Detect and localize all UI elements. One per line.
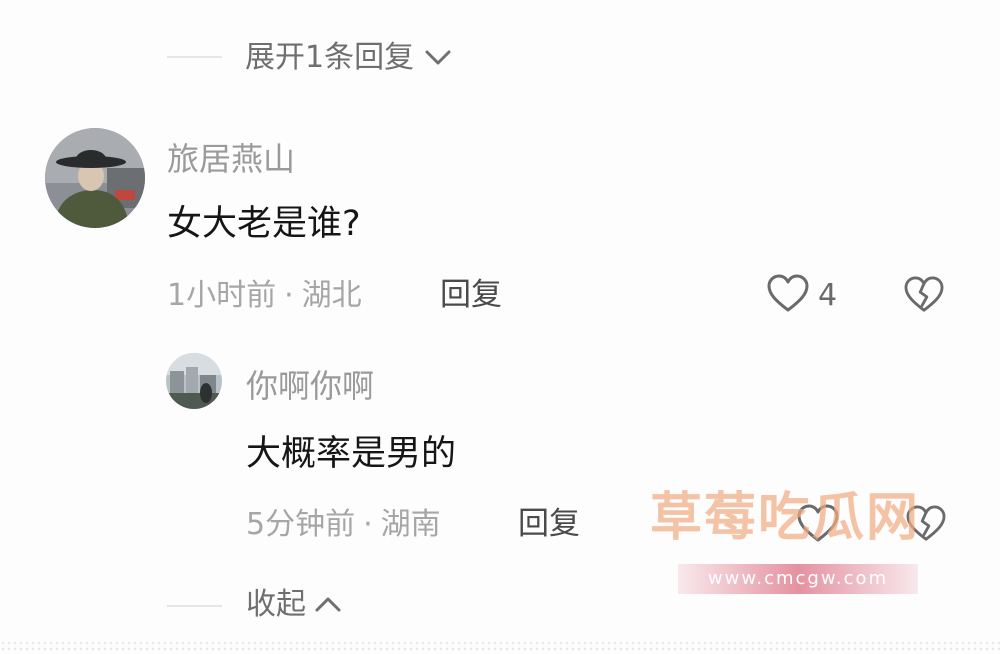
comment-time: 1小时前: [167, 278, 277, 313]
collapse-replies-button[interactable]: 收起: [246, 590, 342, 620]
watermark-url: www.cmcgw.com: [707, 568, 889, 589]
watermark-logo: 草莓吃瓜网: [650, 488, 921, 548]
heart-outline-icon: [766, 274, 810, 318]
reply-text: 大概率是男的: [246, 434, 457, 474]
comment-username[interactable]: 旅居燕山: [167, 143, 295, 175]
expand-divider: [167, 56, 222, 58]
comment-meta: 1小时前 · 湖北: [167, 281, 362, 311]
collapse-replies-label: 收起: [246, 587, 306, 622]
expand-replies-button[interactable]: 展开1条回复: [245, 43, 452, 73]
comment-text: 女大老是谁?: [167, 204, 361, 244]
avatar[interactable]: [45, 128, 145, 228]
collapse-divider: [167, 605, 222, 607]
chevron-down-icon: [424, 48, 452, 68]
comment-reply-button[interactable]: 回复: [440, 280, 502, 311]
chevron-up-icon: [314, 595, 342, 615]
dislike-button[interactable]: [903, 276, 945, 318]
like-button[interactable]: 4: [766, 274, 837, 318]
reply-meta: 5分钟前 · 湖南: [246, 510, 441, 540]
reply-location: 湖南: [380, 507, 441, 542]
meta-separator: ·: [363, 507, 373, 542]
comment-location: 湖北: [301, 278, 362, 313]
reply-time: 5分钟前: [246, 507, 356, 542]
reply-reply-button[interactable]: 回复: [518, 509, 580, 540]
like-count: 4: [818, 278, 838, 313]
meta-separator: ·: [284, 278, 294, 313]
watermark-url-bar: www.cmcgw.com: [678, 564, 918, 594]
reply-avatar[interactable]: [166, 353, 222, 409]
bottom-edge-pattern: [0, 640, 1000, 654]
broken-heart-icon: [903, 276, 945, 318]
reply-username[interactable]: 你啊你啊: [246, 370, 374, 402]
expand-replies-label: 展开1条回复: [245, 40, 415, 75]
